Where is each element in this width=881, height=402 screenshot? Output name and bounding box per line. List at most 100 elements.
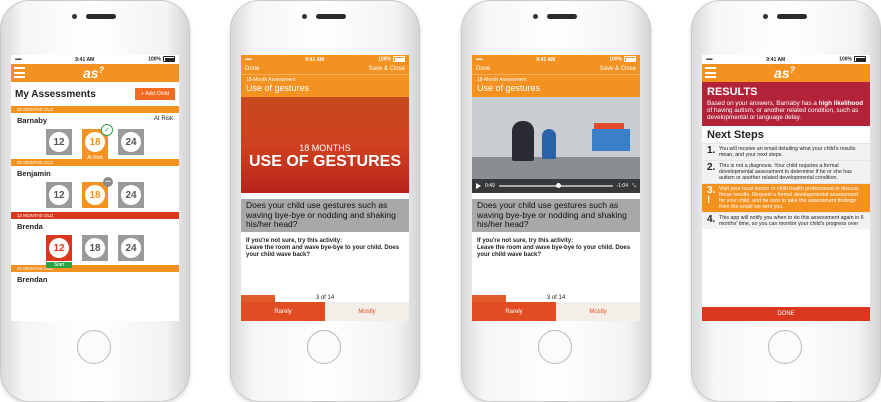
home-button[interactable] bbox=[77, 330, 111, 364]
nav-bar: Done Save & Close bbox=[472, 64, 640, 74]
assessment-tile-18[interactable]: 18 bbox=[82, 235, 108, 261]
home-button[interactable] bbox=[307, 330, 341, 364]
speaker bbox=[547, 14, 577, 19]
status-bar: ••••• 9:41 AM 100% bbox=[241, 55, 409, 64]
video-controls: 0:49 -1:04 ⤡ bbox=[472, 179, 640, 193]
phone-2: ••••• 9:41 AM 100% Done Save & Close 18-… bbox=[230, 0, 420, 402]
progress-bar: 3 of 14 bbox=[472, 295, 640, 302]
child-name: Brenda bbox=[17, 222, 43, 231]
phone-1: ••••• 9:41 AM 100% as? My Assessments + … bbox=[0, 0, 190, 402]
video-elapsed: 0:49 bbox=[485, 183, 495, 189]
status-bar: ••••• 9:41 AM 100% bbox=[11, 55, 179, 64]
step-item: 1. You will receive an email detailing wh… bbox=[702, 143, 870, 160]
assessment-video-screen: ••••• 9:41 AM 100% Done Save & Close 18-… bbox=[472, 55, 640, 321]
camera bbox=[533, 14, 538, 19]
risk-label: At Risk bbox=[153, 116, 173, 122]
start-label: Start bbox=[46, 262, 72, 268]
menu-icon[interactable] bbox=[14, 67, 25, 78]
question-text: Does your child use gestures such as wav… bbox=[241, 199, 409, 232]
status-bar: ••••• 9:41 AM 100% bbox=[472, 55, 640, 64]
progress-bar: 3 of 14 bbox=[241, 295, 409, 302]
battery-icon bbox=[393, 56, 405, 63]
assessment-tile-24[interactable]: 24 bbox=[118, 235, 144, 261]
child-card-benjamin: Benjamin 12 18 ••• 24 bbox=[11, 166, 179, 212]
video-scrubber[interactable] bbox=[498, 183, 613, 189]
assessment-tile-24[interactable]: 24 bbox=[118, 129, 144, 155]
step-item: 2. This is not a diagnosis. Your child re… bbox=[702, 160, 870, 183]
results-panel: RESULTS Based on your answers, Barnaby h… bbox=[702, 82, 870, 126]
results-text: Based on your answers, Barnaby has a hig… bbox=[707, 100, 864, 121]
save-close-button[interactable]: Save & Close bbox=[369, 66, 405, 72]
step-item-highlighted: 3.! Visit your local doctor or child heal… bbox=[702, 183, 870, 212]
mostly-button[interactable]: Mostly bbox=[556, 302, 640, 321]
done-button[interactable]: Done bbox=[476, 66, 490, 72]
assessment-question-screen: ••••• 9:41 AM 100% Done Save & Close 18-… bbox=[241, 55, 409, 321]
camera bbox=[763, 14, 768, 19]
camera bbox=[302, 14, 307, 19]
assessment-tile-18[interactable]: 18 At Risk ✓ bbox=[82, 124, 113, 161]
page-title: My Assessments bbox=[15, 88, 96, 100]
age-bar: 20 MONTHS OLD bbox=[11, 265, 179, 272]
play-icon[interactable] bbox=[476, 183, 481, 189]
child-card-brenda: Brenda 12 Start 18 24 bbox=[11, 219, 179, 268]
app-header: as? bbox=[702, 64, 870, 82]
status-time: 9:41 AM bbox=[75, 56, 95, 63]
assessment-tile-12[interactable]: 12 Start bbox=[46, 235, 72, 268]
save-close-button[interactable]: Save & Close bbox=[600, 66, 636, 72]
topic-banner: 18 MONTHS USE OF GESTURES bbox=[241, 97, 409, 193]
more-icon: ••• bbox=[103, 177, 113, 187]
rarely-button[interactable]: Rarely bbox=[472, 302, 556, 321]
battery-indicator: 100% bbox=[148, 56, 175, 63]
assessments-header: My Assessments + Add Child bbox=[11, 82, 179, 106]
app-header: as? bbox=[11, 64, 179, 82]
assessment-tile-24[interactable]: 24 bbox=[118, 182, 144, 208]
next-steps-heading: Next Steps bbox=[707, 129, 764, 141]
results-screen: ••••• 9:41 AM 100% as? RESULTS Based on … bbox=[702, 55, 870, 321]
activity-hint: If you're not sure, try this activity: L… bbox=[246, 237, 400, 258]
assessment-tile-18[interactable]: 18 ••• bbox=[82, 177, 113, 208]
child-card-brendan: Brendan bbox=[11, 272, 179, 286]
rarely-button[interactable]: Rarely bbox=[241, 302, 325, 321]
my-assessments-screen: ••••• 9:41 AM 100% as? My Assessments + … bbox=[11, 55, 179, 321]
assessment-title: 18-Month Assessment Use of gestures bbox=[472, 74, 640, 97]
answer-buttons: Rarely Mostly bbox=[241, 302, 409, 321]
video-frame-child bbox=[542, 129, 556, 159]
battery-icon bbox=[163, 56, 175, 63]
home-button[interactable] bbox=[768, 330, 802, 364]
scrubber-handle[interactable] bbox=[555, 183, 561, 189]
tile-status-label: At Risk bbox=[82, 155, 108, 161]
ask-logo: as? bbox=[774, 65, 796, 81]
battery-icon bbox=[624, 56, 636, 63]
speaker bbox=[777, 14, 807, 19]
done-button[interactable]: DONE bbox=[702, 307, 870, 321]
fullscreen-icon[interactable]: ⤡ bbox=[632, 183, 636, 189]
add-child-button[interactable]: + Add Child bbox=[134, 88, 175, 100]
answer-buttons: Rarely Mostly bbox=[472, 302, 640, 321]
done-button[interactable]: Done bbox=[245, 66, 259, 72]
camera bbox=[72, 14, 77, 19]
home-button[interactable] bbox=[538, 330, 572, 364]
mostly-button[interactable]: Mostly bbox=[325, 302, 409, 321]
question-text: Does your child use gestures such as wav… bbox=[472, 199, 640, 232]
battery-icon bbox=[854, 56, 866, 63]
assessment-tile-12[interactable]: 12 bbox=[46, 182, 72, 208]
ask-logo: as? bbox=[83, 65, 105, 81]
alert-icon: ! bbox=[707, 195, 711, 206]
assessment-title: 18-Month Assessment Use of gestures bbox=[241, 74, 409, 97]
video-player[interactable]: 0:49 -1:04 ⤡ bbox=[472, 97, 640, 193]
nav-bar: Done Save & Close bbox=[241, 64, 409, 74]
age-bar: 12 MONTHS OLD bbox=[11, 212, 179, 219]
video-remaining: -1:04 bbox=[616, 183, 628, 189]
speaker bbox=[316, 14, 346, 19]
child-name: Benjamin bbox=[17, 169, 51, 178]
phone-4: ••••• 9:41 AM 100% as? RESULTS Based on … bbox=[691, 0, 881, 402]
menu-icon[interactable] bbox=[705, 67, 716, 78]
assessment-tile-12[interactable]: 12 bbox=[46, 129, 72, 155]
speaker bbox=[86, 14, 116, 19]
child-name: Brendan bbox=[17, 275, 48, 284]
child-card-barnaby: Barnaby At Risk 12 18 At Risk ✓ 24 bbox=[11, 113, 179, 161]
checkmark-icon: ✓ bbox=[101, 124, 113, 136]
status-bar: ••••• 9:41 AM 100% bbox=[702, 55, 870, 64]
results-title: RESULTS bbox=[707, 86, 758, 98]
phone-3: ••••• 9:41 AM 100% Done Save & Close 18-… bbox=[461, 0, 651, 402]
